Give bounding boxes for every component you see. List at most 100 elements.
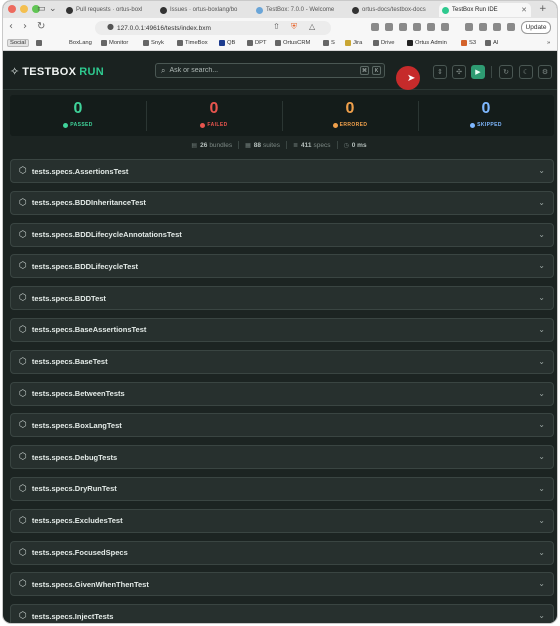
- search-bar[interactable]: ⌕ ⌘ K: [155, 63, 385, 78]
- chevron-down-icon[interactable]: ⌄: [538, 198, 545, 207]
- chevron-down-icon[interactable]: ⌄: [538, 166, 545, 175]
- chevron-down-icon[interactable]: ⌄: [538, 516, 545, 525]
- bookmark-item[interactable]: S3: [461, 40, 476, 46]
- reload-icon[interactable]: ↻: [37, 21, 45, 32]
- bundle-row[interactable]: ⬡ tests.specs.BDDInheritanceTest ⌄: [10, 190, 554, 215]
- bookmark-item[interactable]: Snyk: [143, 40, 164, 46]
- bundle-row[interactable]: ⬡ tests.specs.BDDLifecycleTest ⌄: [10, 254, 554, 279]
- extension-icon[interactable]: [413, 23, 421, 31]
- chevron-down-icon[interactable]: ⌄: [538, 579, 545, 588]
- bookmark-item[interactable]: QB: [219, 40, 235, 46]
- chevron-down-icon[interactable]: ⌄: [538, 484, 545, 493]
- alert-icon[interactable]: △: [309, 22, 315, 31]
- chevron-down-icon[interactable]: ⌄: [538, 230, 545, 239]
- extension-icon[interactable]: [493, 23, 501, 31]
- run-tests-button[interactable]: ▶: [471, 65, 485, 79]
- chevron-down-icon[interactable]: ⌄: [538, 548, 545, 557]
- bundle-name: tests.specs.GivenWhenThenTest: [31, 579, 149, 589]
- extension-icon[interactable]: [427, 23, 435, 31]
- chevron-down-icon[interactable]: ⌄: [538, 452, 545, 461]
- extension-icon[interactable]: [441, 23, 449, 31]
- browser-tab[interactable]: Pull requests · ortus-boxl: [63, 3, 155, 17]
- brave-shield-icon[interactable]: ⛨: [291, 22, 297, 32]
- bookmark-item[interactable]: BoxLang: [69, 40, 92, 46]
- bundle-row[interactable]: ⬡ tests.specs.BoxLangTest ⌄: [10, 413, 554, 438]
- address-bar[interactable]: ● 127.0.0.1:49616/tests/index.bxm ⇧ ⛨ △: [95, 21, 331, 35]
- chevron-down-icon[interactable]: ⌄: [538, 261, 545, 270]
- bundle-row[interactable]: ⬡ tests.specs.ExcludesTest ⌄: [10, 508, 554, 533]
- new-tab-button[interactable]: +: [539, 3, 547, 15]
- extension-icon[interactable]: [399, 23, 407, 31]
- update-button[interactable]: Update: [521, 21, 551, 34]
- chevron-down-icon[interactable]: ⌄: [538, 389, 545, 398]
- more-bookmarks-icon[interactable]: »: [547, 40, 550, 46]
- testbox-icon: [442, 6, 449, 14]
- chevron-down-icon[interactable]: ⌄: [538, 611, 545, 620]
- bundle-row[interactable]: ⬡ tests.specs.InjectTests ⌄: [10, 604, 554, 623]
- bookmark-item[interactable]: TimeBox: [177, 40, 208, 46]
- cube-icon: ⬡: [19, 166, 27, 176]
- bundle-row[interactable]: ⬡ tests.specs.BDDLifecycleAnnotationsTest…: [10, 222, 554, 247]
- search-input[interactable]: [169, 67, 330, 74]
- bundle-row[interactable]: ⬡ tests.specs.AssertionsTest ⌄: [10, 159, 554, 183]
- bundle-row[interactable]: ⬡ tests.specs.FocusedSpecs ⌄: [10, 540, 554, 565]
- k-key-hint: K: [372, 66, 381, 75]
- github-icon: [66, 6, 73, 14]
- bookmark-social[interactable]: Social: [7, 39, 29, 47]
- chevron-down-icon[interactable]: ⌄: [538, 420, 545, 429]
- forward-icon[interactable]: ›: [23, 21, 27, 32]
- browser-tab[interactable]: Issues · ortus-boxlang/bo: [157, 3, 249, 17]
- settings-icon[interactable]: ⚙: [538, 65, 552, 79]
- share-icon[interactable]: ⇧: [273, 22, 280, 31]
- bundle-row[interactable]: ⬡ tests.specs.BaseAssertionsTest ⌄: [10, 317, 554, 342]
- expand-icon[interactable]: ✣: [452, 65, 466, 79]
- testbox-logo-icon: ✧: [10, 65, 20, 78]
- apps-grid-icon[interactable]: [36, 40, 44, 46]
- close-tab-icon[interactable]: ✕: [521, 6, 527, 14]
- extension-icon[interactable]: [385, 23, 393, 31]
- sidebar-toggle-icon[interactable]: ▭: [37, 3, 46, 15]
- chevron-down-icon[interactable]: ⌄: [538, 325, 545, 334]
- header-divider: [491, 66, 492, 78]
- browser-tab-active[interactable]: TestBox Run IDE ✕: [439, 3, 531, 17]
- bundle-row[interactable]: ⬡ tests.specs.BaseTest ⌄: [10, 349, 554, 374]
- failed-count: 0: [209, 100, 219, 117]
- bundle-name: tests.specs.BaseAssertionsTest: [31, 325, 147, 335]
- bundle-row[interactable]: ⬡ tests.specs.BetweenTests ⌄: [10, 381, 554, 406]
- extension-icon[interactable]: [371, 23, 379, 31]
- bookmark-item[interactable]: S: [323, 40, 335, 46]
- chevron-down-icon[interactable]: ⌄: [538, 357, 545, 366]
- extension-icon[interactable]: [479, 23, 487, 31]
- tab-menu-icon[interactable]: ⌄: [49, 3, 57, 15]
- bundle-row[interactable]: ⬡ tests.specs.DebugTests ⌄: [10, 445, 554, 470]
- site-info-icon[interactable]: ●: [107, 22, 114, 31]
- bookmark-item[interactable]: AI: [485, 40, 498, 46]
- bundle-row[interactable]: ⬡ tests.specs.GivenWhenThenTest ⌄: [10, 572, 554, 597]
- bookmark-item[interactable]: Monitor: [101, 40, 128, 46]
- clock-icon: ◷: [343, 141, 349, 149]
- tab-strip: ▭ ⌄ Pull requests · ortus-boxl Issues · …: [3, 1, 557, 18]
- mouse-cursor-icon: ➤: [407, 73, 416, 84]
- chevron-down-icon[interactable]: ⌄: [538, 293, 545, 302]
- sidebar-icon[interactable]: [465, 23, 473, 31]
- bookmark-item[interactable]: OrtusCRM: [275, 40, 310, 46]
- browser-tab[interactable]: TestBox: 7.0.0 - Welcome: [253, 3, 345, 17]
- bundle-row[interactable]: ⬡ tests.specs.DryRunTest ⌄: [10, 476, 554, 501]
- collapse-icon[interactable]: ⇕: [433, 65, 447, 79]
- wallet-icon[interactable]: [507, 23, 515, 31]
- bookmark-item[interactable]: Drive: [373, 40, 395, 46]
- testbox-run-logo[interactable]: ✧ TESTBOX RUN: [10, 65, 104, 78]
- minimize-window-button[interactable]: [20, 5, 28, 13]
- close-window-button[interactable]: [8, 5, 16, 13]
- browser-tab[interactable]: ortus-docs/testbox-docs: [349, 3, 437, 17]
- summary-divider: [285, 141, 287, 149]
- skipped-dot-icon: [470, 122, 476, 128]
- refresh-icon[interactable]: ↻: [499, 65, 513, 79]
- bundle-row[interactable]: ⬡ tests.specs.BDDTest ⌄: [10, 286, 554, 311]
- bookmark-item[interactable]: DPT: [247, 40, 267, 46]
- cube-icon: ⬡: [19, 579, 27, 590]
- bookmark-item[interactable]: Jira: [345, 40, 362, 46]
- bookmark-item[interactable]: Ortus Admin: [407, 40, 447, 46]
- theme-toggle-icon[interactable]: ☾: [519, 65, 533, 79]
- back-icon[interactable]: ‹: [9, 21, 13, 32]
